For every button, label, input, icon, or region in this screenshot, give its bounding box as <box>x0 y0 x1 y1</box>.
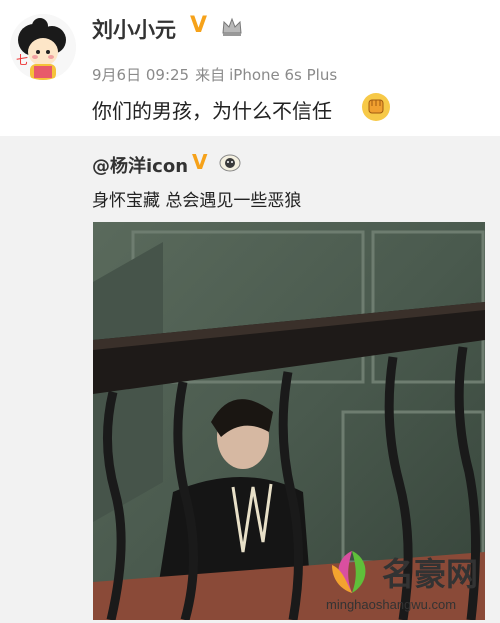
weibo-post: 七 刘小小元 V 9月6日 09:25 来自 iPhone 6s Plus 你们的男… <box>0 0 500 136</box>
sheep-icon <box>219 152 241 172</box>
watermark-name: 名豪网 <box>382 555 479 593</box>
post-source[interactable]: iPhone 6s Plus <box>229 66 337 84</box>
user-avatar[interactable]: 七 <box>10 14 76 80</box>
crown-icon[interactable] <box>221 17 243 37</box>
verified-badge-icon: V <box>192 150 208 174</box>
watermark-url: minghaoshangwu.com <box>326 597 457 612</box>
site-watermark: 名豪网 minghaoshangwu.com <box>320 547 490 617</box>
post-date[interactable]: 9月6日 09:25 <box>92 66 189 84</box>
source-prefix: 来自 <box>195 66 226 84</box>
repost-username[interactable]: @杨洋icon <box>92 152 188 178</box>
repost-content: 身怀宝藏 总会遇见一些恶狼 <box>92 191 302 211</box>
watermark-logo-icon <box>332 551 366 593</box>
post-meta: 9月6日 09:25 来自 iPhone 6s Plus <box>92 64 343 85</box>
fist-emoji-icon <box>361 92 391 122</box>
verified-badge-icon: V <box>190 13 208 38</box>
username[interactable]: 刘小小元 <box>92 14 176 44</box>
svg-text:七: 七 <box>16 53 28 67</box>
post-content: 你们的男孩，为什么不信任 <box>92 99 332 123</box>
